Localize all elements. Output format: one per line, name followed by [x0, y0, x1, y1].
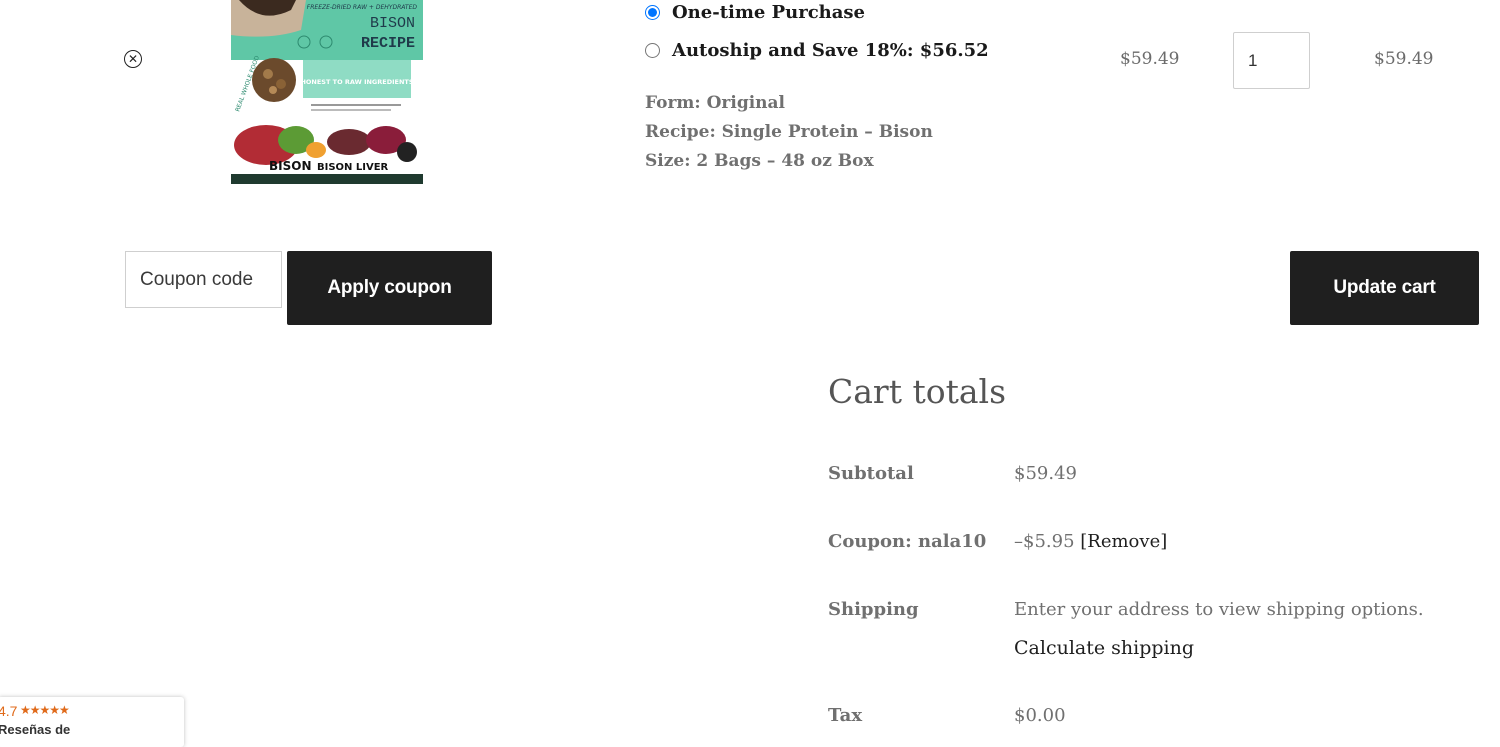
image-top-text: FREEZE-DRIED RAW + DEHYDRATED — [307, 4, 418, 11]
one-time-radio[interactable] — [645, 5, 660, 20]
star-rating-icon: ★★★★★ — [20, 703, 70, 717]
cart-totals-title: Cart totals — [828, 372, 1007, 411]
item-line-total: $59.49 — [1374, 49, 1434, 69]
option-autoship-label: Autoship and Save 18%: $56.52 — [672, 40, 989, 61]
update-cart-button[interactable]: Update cart — [1290, 251, 1479, 325]
shipping-info: Enter your address to view shipping opti… — [1014, 599, 1424, 620]
calculate-shipping-link[interactable]: Calculate shipping — [1014, 637, 1194, 659]
shipping-label: Shipping — [828, 599, 919, 620]
item-price: $59.49 — [1120, 49, 1180, 69]
tax-value: $0.00 — [1014, 705, 1066, 726]
product-image: FREEZE-DRIED RAW + DEHYDRATED BISON RECI… — [231, 0, 423, 184]
option-autoship[interactable]: Autoship and Save 18%: $56.52 — [645, 40, 989, 61]
option-one-time-label: One-time Purchase — [672, 2, 866, 23]
item-meta-size: Size: 2 Bags – 48 oz Box — [645, 151, 874, 171]
option-one-time[interactable]: One-time Purchase — [645, 2, 865, 23]
coupon-code-input[interactable] — [125, 251, 282, 308]
subtotal-value: $59.49 — [1014, 463, 1077, 484]
remove-item-button[interactable]: ✕ — [124, 50, 142, 68]
coupon-discount: –$5.95 [Remove] — [1014, 531, 1167, 552]
image-bottom-text-2: BISON LIVER — [317, 162, 389, 173]
badge-rating: 4.7 — [0, 703, 18, 719]
coupon-label: Coupon: nala10 — [828, 531, 987, 552]
item-meta-form: Form: Original — [645, 93, 786, 113]
reviews-badge[interactable]: 4.7 ★★★★★ Reseñas de — [0, 697, 184, 747]
coupon-discount-value: –$5.95 — [1014, 531, 1075, 552]
autoship-radio[interactable] — [645, 43, 660, 58]
item-meta-recipe: Recipe: Single Protein – Bison — [645, 122, 933, 142]
image-bottom-text-1: BISON — [269, 159, 312, 173]
badge-text: Reseñas de — [0, 722, 71, 737]
image-title-2: RECIPE — [361, 35, 415, 52]
remove-coupon-link[interactable]: [Remove] — [1080, 531, 1167, 552]
tax-label: Tax — [828, 705, 863, 726]
apply-coupon-button[interactable]: Apply coupon — [287, 251, 492, 325]
subtotal-label: Subtotal — [828, 463, 914, 484]
image-badge-text: HONEST TO RAW INGREDIENTS — [300, 78, 413, 86]
image-title-1: BISON — [370, 15, 415, 32]
close-circle-icon: ✕ — [127, 52, 139, 66]
quantity-input[interactable] — [1233, 32, 1310, 89]
